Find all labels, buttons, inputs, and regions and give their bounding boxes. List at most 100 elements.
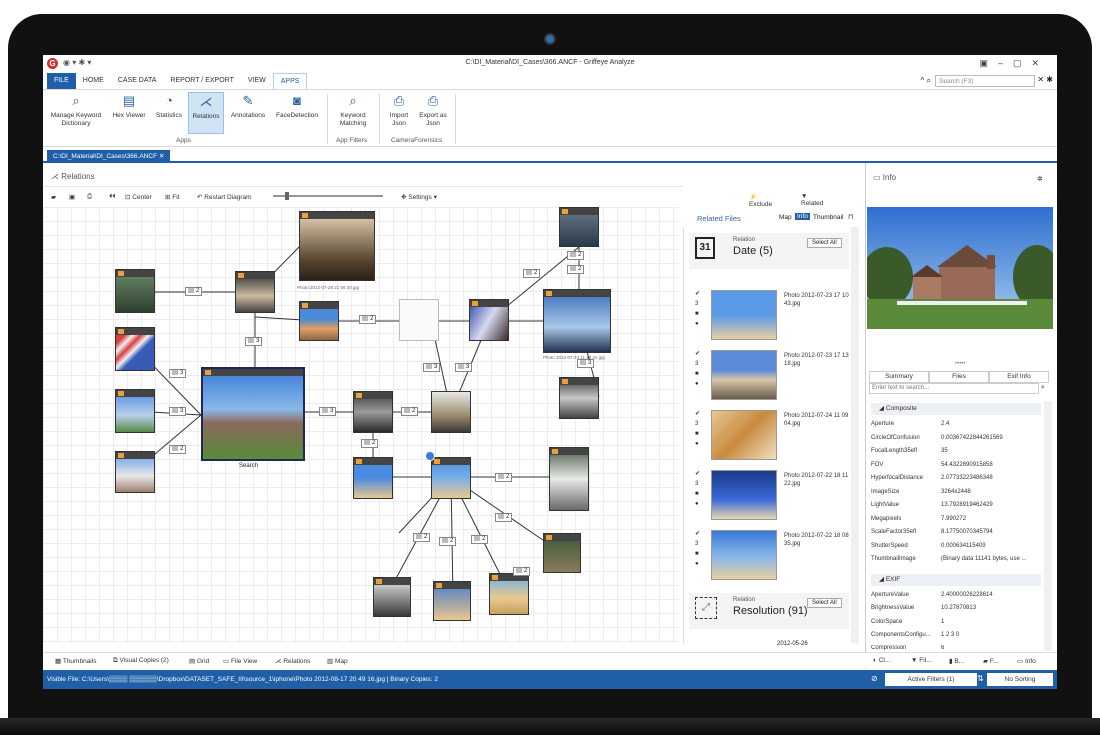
- settings-button[interactable]: ✥ Settings ▾: [401, 193, 437, 201]
- node-info-icon[interactable]: [425, 451, 435, 461]
- relation-group-resolution[interactable]: ⤢ Relation Resolution (91) Select All: [689, 593, 849, 629]
- rewind-icon[interactable]: ⏴⏴: [109, 193, 116, 201]
- selected-photo-node[interactable]: [201, 367, 305, 461]
- photo-node[interactable]: [373, 577, 411, 617]
- pin-icon[interactable]: ⊓: [848, 213, 853, 221]
- related-file-item[interactable]: ✔ 3 ■ ● Photo 2012-07-22 18 08 35.jpg: [689, 527, 849, 583]
- splitter-handle[interactable]: •••••: [955, 361, 966, 367]
- save-icon[interactable]: ▣: [69, 193, 75, 201]
- document-tab[interactable]: C:\DI_Material\DI_Cases\366.ANCF ✕: [47, 150, 171, 163]
- tab-exif-info[interactable]: Exif Info: [989, 371, 1049, 383]
- related-file-item[interactable]: ✔ 3 ■ ● Photo 2012-07-23 17 13 18.jpg: [689, 347, 849, 403]
- menu-report-export[interactable]: REPORT / EXPORT: [163, 73, 240, 89]
- info-tabs: Summary Files Exif Info: [869, 371, 1049, 383]
- related-file-item[interactable]: ✔ 3 ■ ● Photo 2012-07-22 18 11 22.jpg: [689, 467, 849, 523]
- photo-node[interactable]: [431, 457, 471, 499]
- keyword-matching-button[interactable]: ⌕ Keyword Matching: [333, 92, 373, 128]
- photo-node[interactable]: [433, 581, 471, 621]
- photo-node[interactable]: [559, 207, 599, 247]
- tab-cl[interactable]: ◐ Cl...: [873, 657, 890, 664]
- tab-map[interactable]: ▥ Map: [327, 657, 348, 665]
- menu-case-data[interactable]: CASE DATA: [111, 73, 164, 89]
- select-all-button[interactable]: Select All: [807, 598, 842, 608]
- restart-diagram-button[interactable]: ↶ Restart Diagram: [197, 193, 252, 201]
- photo-node[interactable]: [489, 573, 529, 615]
- property-value: 0.00367422844261569: [941, 435, 1003, 441]
- binoculars-icon[interactable]: ^ ⌕: [921, 76, 931, 86]
- photo-node[interactable]: [299, 301, 339, 341]
- info-scrollbar[interactable]: [1044, 401, 1052, 651]
- import-json-button[interactable]: ⎙ Import Json: [385, 92, 413, 128]
- photo-node[interactable]: [399, 299, 439, 341]
- facedetection-button[interactable]: ◙ FaceDetection: [272, 92, 322, 120]
- tab-files[interactable]: Files: [929, 371, 989, 383]
- filter-icon[interactable]: ⊘: [871, 674, 878, 683]
- zoom-slider-thumb[interactable]: [285, 192, 289, 200]
- photo-node[interactable]: [431, 391, 471, 433]
- annotations-button[interactable]: ✎ Annotations: [226, 92, 270, 120]
- related-file-item[interactable]: ✔ 3 ■ ● Photo 2012-07-23 17 10 43.jpg: [689, 287, 849, 343]
- search-tools-icons[interactable]: ✕ ✱: [1037, 75, 1053, 84]
- photo-node[interactable]: [115, 389, 155, 433]
- tab-b[interactable]: ▮ B...: [949, 657, 964, 665]
- open-icon[interactable]: ▰: [51, 193, 56, 201]
- statistics-button[interactable]: ◔ Statistics: [151, 92, 187, 120]
- tab-info[interactable]: ▭ Info: [1017, 657, 1036, 665]
- property-row: BrightnessValue 10.27870813: [871, 605, 1043, 611]
- settings-icon[interactable]: ✲: [1037, 175, 1043, 183]
- photo-node[interactable]: [353, 457, 393, 499]
- fit-button[interactable]: ⊞ Fit: [165, 193, 180, 201]
- photo-node[interactable]: [543, 533, 581, 573]
- tab-summary[interactable]: Summary: [869, 371, 929, 383]
- export-json-button[interactable]: ⎙ Export as Json: [417, 92, 449, 128]
- tab-file-view[interactable]: ▭ File View: [223, 657, 257, 665]
- photo-node[interactable]: [115, 269, 155, 313]
- info-search-input[interactable]: Enter text to search...: [869, 383, 1039, 394]
- menu-home[interactable]: HOME: [76, 73, 111, 89]
- photo-node[interactable]: [235, 271, 275, 313]
- tab-map[interactable]: Map: [779, 214, 792, 221]
- search-input[interactable]: Search (F3): [935, 75, 1035, 87]
- menu-view[interactable]: VIEW: [241, 73, 273, 89]
- tab-thumbnails[interactable]: ▦ Thumbnails: [55, 657, 96, 665]
- photo-node[interactable]: [549, 447, 589, 511]
- menu-apps[interactable]: APPS: [272, 73, 308, 89]
- select-all-button[interactable]: Select All: [807, 238, 842, 248]
- section-composite[interactable]: ◢ Composite: [871, 403, 1041, 415]
- relations-button[interactable]: ⋌ Relations: [188, 92, 224, 134]
- tab-info[interactable]: Info: [795, 213, 810, 220]
- related-files-scrollbar[interactable]: [851, 227, 859, 643]
- print-icon[interactable]: ⎙: [87, 193, 92, 201]
- binoculars-icon[interactable]: ⌕: [1041, 384, 1045, 392]
- photo-node[interactable]: [115, 451, 155, 493]
- photo-node[interactable]: [353, 391, 393, 433]
- center-button[interactable]: ⊡ Center: [125, 193, 152, 201]
- photo-node[interactable]: [543, 289, 611, 353]
- hex-viewer-button[interactable]: ▤ Hex Viewer: [109, 92, 149, 120]
- partial-file-name: 2012-05-26: [777, 641, 808, 647]
- calendar-icon: 31: [695, 237, 715, 259]
- related-file-item[interactable]: ✔ 3 ■ ● Photo 2012-07-24 11 09 04.jpg: [689, 407, 849, 463]
- sorting-button[interactable]: No Sorting: [987, 673, 1053, 686]
- tab-visual-copies[interactable]: ⧉ Visual Copies (2): [113, 657, 169, 665]
- zoom-slider[interactable]: [273, 195, 383, 197]
- manage-keyword-dictionary-button[interactable]: ⌕ Manage Keyword Dictionary: [47, 92, 105, 128]
- tab-grid[interactable]: ▤ Grid: [189, 657, 209, 665]
- relation-count-badge: 2: [495, 513, 513, 522]
- tab-thumbnail[interactable]: Thumbnail: [813, 214, 843, 221]
- tab-relations[interactable]: ⋌ Relations: [275, 657, 310, 665]
- window-controls[interactable]: ▣–▢✕: [979, 58, 1049, 69]
- menu-file[interactable]: FILE: [47, 73, 76, 89]
- photo-node[interactable]: [469, 299, 509, 341]
- photo-node[interactable]: [559, 377, 599, 419]
- relation-count-badge: 2: [413, 533, 431, 542]
- relation-group-date[interactable]: 31 Relation Date (5) Select All: [689, 233, 849, 269]
- active-filters-button[interactable]: Active Filters (1): [885, 673, 977, 686]
- photo-node[interactable]: [299, 211, 375, 281]
- section-exif[interactable]: ◢ EXIF: [871, 574, 1041, 586]
- photo-node[interactable]: [115, 327, 155, 371]
- tab-f[interactable]: ▰ F...: [983, 657, 998, 665]
- tab-filters[interactable]: ▼ Fil...: [911, 657, 932, 664]
- sort-icon[interactable]: ⇅: [977, 674, 984, 683]
- relations-diagram[interactable]: Photo 2012-07-28 21 06 30.jpg Photo 2012…: [43, 207, 679, 643]
